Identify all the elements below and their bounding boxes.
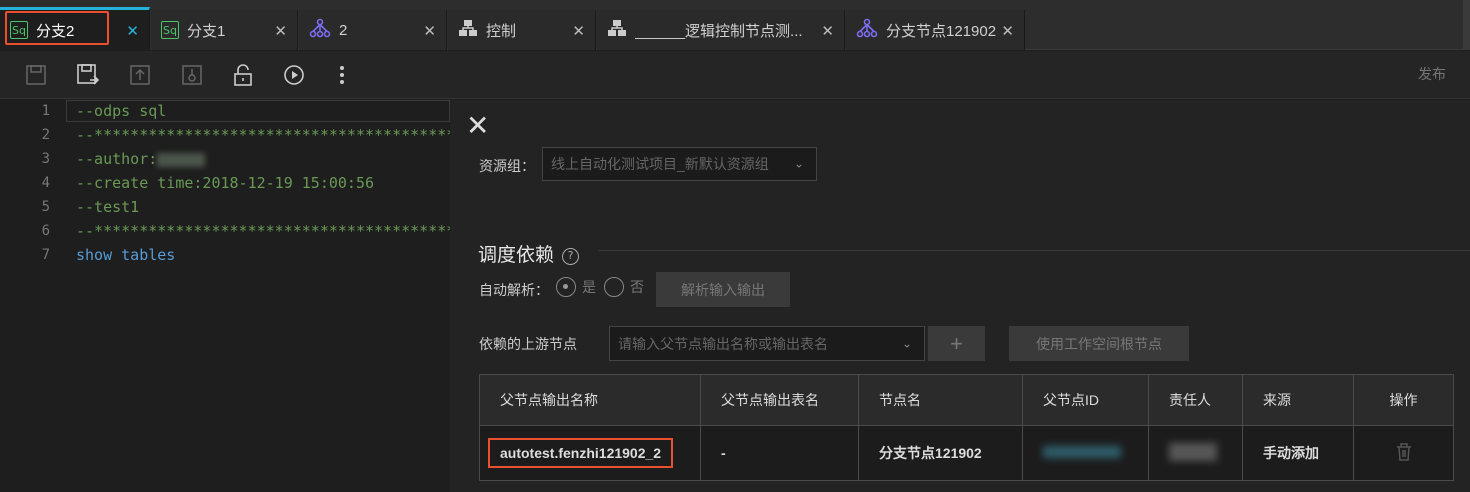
code-line: --create time:2018-12-19 15:00:56 <box>76 174 375 192</box>
resource-group-value: 线上自动化测试项目_新默认资源组 <box>551 156 769 172</box>
line-number: 4 <box>41 175 50 191</box>
radio-no-label: 否 <box>630 279 644 295</box>
tab-label: 分支1 <box>187 22 226 40</box>
code-line: show tables <box>76 246 176 264</box>
tab-label: 分支节点121902 <box>886 22 997 40</box>
radio-yes-label: 是 <box>582 279 596 295</box>
save-as-icon[interactable] <box>76 63 100 87</box>
chevron-down-icon: ⌄ <box>901 335 912 350</box>
parse-io-button[interactable]: 解析输入输出 <box>656 272 790 307</box>
line-number: 2 <box>41 127 50 143</box>
tab-control[interactable]: 控制 ✕ <box>448 10 596 50</box>
code-line: --odps sql <box>76 102 167 120</box>
tab-fenzhi1[interactable]: Sq 分支1 ✕ <box>151 10 298 50</box>
schedule-dependency-title: 调度依赖 <box>478 245 555 266</box>
table-header-row: 父节点输出名称 父节点输出表名 节点名 父节点ID 责任人 来源 操作 <box>479 374 1454 426</box>
section-title: 调度依赖? <box>478 240 580 267</box>
redacted-owner <box>1169 442 1217 461</box>
cell-node-id <box>1022 425 1149 481</box>
code-editor[interactable]: 1 2 3 4 5 6 7 --odps sql --*************… <box>0 100 450 492</box>
divider <box>598 250 1470 251</box>
col-owner: 责任人 <box>1148 374 1243 426</box>
upstream-node-input[interactable]: 请输入父节点输出名称或输出表名 ⌄ <box>609 326 925 361</box>
unlock-upload-icon[interactable] <box>180 63 204 87</box>
cell-output-name: autotest.fenzhi121902_2 <box>479 425 701 481</box>
close-icon[interactable]: ✕ <box>466 112 489 140</box>
resource-group-label: 资源组： <box>479 158 535 174</box>
tab-bar: Sq 分支2 ✕ Sq 分支1 ✕ 2 ✕ 控制 ✕ ______逻辑控制节点测… <box>0 0 1470 50</box>
close-icon[interactable]: ✕ <box>821 22 834 40</box>
close-icon[interactable]: ✕ <box>274 22 287 40</box>
col-source: 来源 <box>1242 374 1354 426</box>
add-upstream-button[interactable]: + <box>928 326 985 361</box>
col-node-id: 父节点ID <box>1022 374 1149 426</box>
run-icon[interactable] <box>282 63 306 87</box>
control-icon <box>458 19 478 41</box>
cell-source: 手动添加 <box>1242 425 1354 481</box>
toolbar: 发布 <box>0 51 1470 99</box>
schedule-config-panel: ✕ 资源组： 线上自动化测试项目_新默认资源组 ⌄ 调度依赖? 自动解析： 是 … <box>450 100 1470 492</box>
cell-action <box>1353 425 1454 481</box>
cell-node-name: 分支节点121902 <box>858 425 1023 481</box>
save-icon[interactable] <box>24 63 48 87</box>
line-number: 1 <box>41 103 50 119</box>
redacted-node-id <box>1043 446 1121 458</box>
tab-label: 2 <box>339 21 348 39</box>
line-number: 5 <box>41 199 50 215</box>
lock-icon[interactable] <box>231 63 255 87</box>
auto-parse-label: 自动解析： <box>479 282 549 298</box>
tab-label: ______逻辑控制节点测... <box>635 22 803 40</box>
line-number: 6 <box>41 223 50 239</box>
close-icon[interactable]: ✕ <box>126 22 139 40</box>
code-line: --test1 <box>76 198 140 216</box>
highlight-box <box>5 11 109 45</box>
line-number: 3 <box>41 151 50 167</box>
cell-output-table: - <box>700 425 859 481</box>
upstream-placeholder: 请输入父节点输出名称或输出表名 <box>618 335 828 352</box>
col-node-name: 节点名 <box>858 374 1023 426</box>
radio-yes[interactable] <box>556 277 576 297</box>
col-output-name: 父节点输出名称 <box>479 374 701 426</box>
code-line: --**************************************… <box>76 222 450 240</box>
chevron-down-icon: ⌄ <box>793 156 804 171</box>
tab-2[interactable]: 2 ✕ <box>299 10 447 50</box>
sql-icon: Sq <box>161 21 179 39</box>
col-action: 操作 <box>1353 374 1454 426</box>
radio-no[interactable] <box>604 277 624 297</box>
author-prefix: --author: <box>76 150 158 168</box>
radio-group: 是 否 <box>556 277 644 297</box>
scrollbar-edge <box>1463 0 1470 50</box>
tab-branch-node-121902[interactable]: 分支节点121902 ✕ <box>846 10 1025 50</box>
publish-button[interactable]: 发布 <box>1418 64 1446 84</box>
highlighted-output-name: autotest.fenzhi121902_2 <box>488 438 674 468</box>
upstream-label: 依赖的上游节点 <box>479 336 577 352</box>
table-row: autotest.fenzhi121902_2 - 分支节点121902 手动添… <box>479 425 1454 481</box>
code-line: --**************************************… <box>76 126 450 144</box>
resource-group-select[interactable]: 线上自动化测试项目_新默认资源组 ⌄ <box>542 147 817 181</box>
dependency-table: 父节点输出名称 父节点输出表名 节点名 父节点ID 责任人 来源 操作 auto… <box>479 374 1454 481</box>
delete-icon[interactable] <box>1395 442 1413 465</box>
line-number: 7 <box>41 247 50 263</box>
close-icon[interactable]: ✕ <box>423 22 436 40</box>
close-icon[interactable]: ✕ <box>1001 22 1014 40</box>
code-line-author: --author: <box>76 150 206 168</box>
use-root-node-button[interactable]: 使用工作空间根节点 <box>1009 326 1189 361</box>
tab-logic-control-test[interactable]: ______逻辑控制节点测... ✕ <box>597 10 845 50</box>
control-icon <box>607 19 627 41</box>
close-icon[interactable]: ✕ <box>572 22 585 40</box>
help-icon[interactable]: ? <box>562 248 580 265</box>
branch-icon <box>309 18 331 42</box>
cell-owner <box>1148 425 1243 481</box>
col-output-table: 父节点输出表名 <box>700 374 859 426</box>
submit-icon[interactable] <box>128 63 152 87</box>
redacted-author <box>157 152 206 167</box>
branch-icon <box>856 18 878 42</box>
tab-label: 控制 <box>486 22 517 40</box>
more-icon[interactable] <box>330 63 354 87</box>
